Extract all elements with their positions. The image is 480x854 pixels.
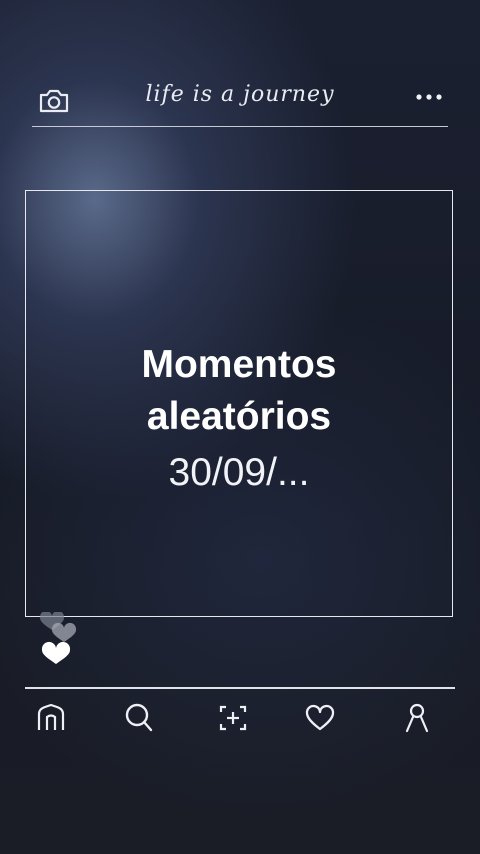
nav-home[interactable]	[33, 700, 69, 736]
caption-line-2: aleatórios	[146, 395, 332, 438]
post-frame[interactable]: Momentos aleatórios 30/09/...	[25, 190, 453, 617]
home-icon	[37, 703, 65, 730]
heart-icon	[305, 704, 335, 731]
nav-search[interactable]	[121, 700, 157, 736]
caption-line-1: Momentos	[141, 343, 337, 386]
add-icon	[219, 705, 247, 731]
top-bar: life is a journey	[32, 78, 448, 126]
search-icon	[125, 703, 153, 732]
floating-hearts-icon	[39, 612, 77, 664]
caption-date: 30/09/...	[168, 451, 310, 494]
more-icon[interactable]	[414, 92, 444, 102]
page-title: life is a journey	[145, 82, 335, 107]
post-caption: Momentos aleatórios 30/09/...	[26, 339, 452, 503]
nav-add[interactable]	[215, 700, 251, 736]
header-divider	[32, 126, 448, 127]
bottom-nav	[25, 700, 455, 736]
nav-divider	[25, 687, 455, 689]
nav-profile[interactable]	[399, 700, 435, 736]
profile-icon	[405, 703, 429, 733]
nav-likes[interactable]	[302, 700, 338, 736]
